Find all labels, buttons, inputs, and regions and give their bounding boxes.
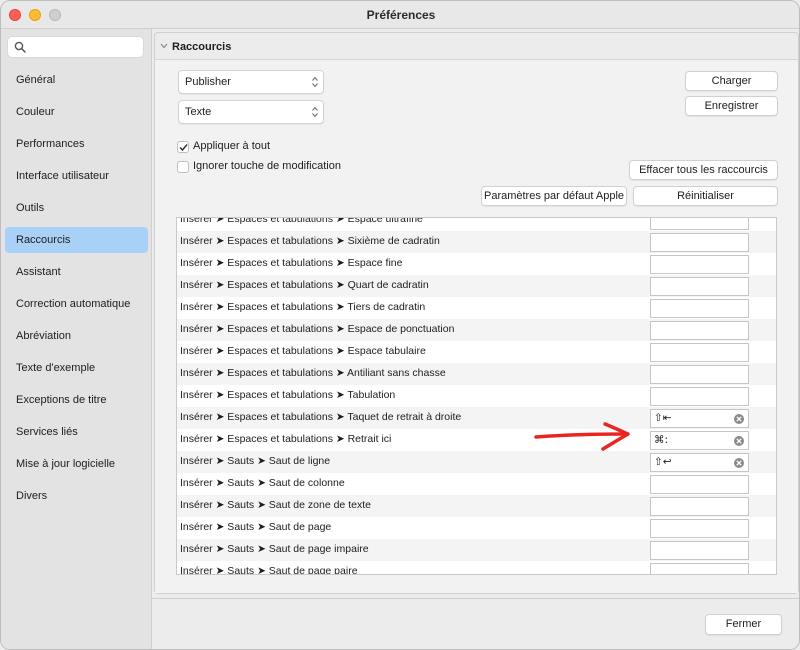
shortcut-keys: ⌘: — [654, 434, 669, 446]
shortcut-field[interactable]: ⌘: — [650, 431, 749, 450]
sidebar-item[interactable]: Général — [5, 67, 148, 93]
load-button[interactable]: Charger — [685, 71, 778, 91]
category-popup[interactable]: Texte — [178, 100, 324, 124]
sidebar-item[interactable]: Abréviation — [5, 323, 148, 349]
app-popup[interactable]: Publisher — [178, 70, 324, 94]
table-row[interactable]: Insérer ➤ Espaces et tabulations ➤ Quart… — [177, 275, 776, 297]
shortcut-keys: ⇧⇤ — [654, 412, 672, 424]
shortcut-field[interactable] — [650, 365, 749, 384]
shortcut-field[interactable] — [650, 387, 749, 406]
clear-shortcut-icon[interactable] — [734, 458, 744, 468]
sidebar-item[interactable]: Interface utilisateur — [5, 163, 148, 189]
clear-shortcut-icon[interactable] — [734, 414, 744, 424]
command-path: Insérer ➤ Espaces et tabulations ➤ Espac… — [180, 345, 426, 357]
sidebar-item[interactable]: Services liés — [5, 419, 148, 445]
command-path: Insérer ➤ Espaces et tabulations ➤ Antil… — [180, 367, 446, 379]
clear-shortcut-icon[interactable] — [734, 436, 744, 446]
sidebar-item[interactable]: Mise à jour logicielle — [5, 451, 148, 477]
sidebar: Général Couleur Performances Interface util… — [1, 29, 152, 649]
table-row[interactable]: Insérer ➤ Espaces et tabulations ➤ Tiers… — [177, 297, 776, 319]
ignore-modifier-label: Ignorer touche de modification — [193, 160, 341, 172]
disclosure-triangle-icon[interactable] — [160, 42, 168, 50]
ignore-modifier-checkbox[interactable] — [177, 161, 189, 173]
table-row[interactable]: Insérer ➤ Sauts ➤ Saut de ligne ⇧↩ — [177, 451, 776, 473]
table-row[interactable]: Insérer ➤ Sauts ➤ Saut de colonne — [177, 473, 776, 495]
command-path: Insérer ➤ Espaces et tabulations ➤ Espac… — [180, 217, 423, 225]
command-path: Insérer ➤ Espaces et tabulations ➤ Sixiè… — [180, 235, 440, 247]
table-row[interactable]: Insérer ➤ Espaces et tabulations ➤ Antil… — [177, 363, 776, 385]
table-row[interactable]: Insérer ➤ Espaces et tabulations ➤ Espac… — [177, 217, 776, 231]
shortcut-field[interactable] — [650, 541, 749, 560]
sidebar-item[interactable]: Divers — [5, 483, 148, 509]
table-row[interactable]: Insérer ➤ Sauts ➤ Saut de page — [177, 517, 776, 539]
shortcut-field[interactable] — [650, 299, 749, 318]
shortcut-field[interactable] — [650, 497, 749, 516]
table-row[interactable]: Insérer ➤ Espaces et tabulations ➤ Tabul… — [177, 385, 776, 407]
command-path: Insérer ➤ Sauts ➤ Saut de page paire — [180, 565, 358, 575]
footer-bar: Fermer — [152, 598, 799, 649]
sidebar-item[interactable]: Performances — [5, 131, 148, 157]
chevron-updown-icon — [312, 106, 318, 118]
close-button[interactable]: Fermer — [705, 614, 782, 635]
shortcut-field[interactable] — [650, 321, 749, 340]
save-button[interactable]: Enregistrer — [685, 96, 778, 116]
category-popup-value: Texte — [185, 106, 212, 118]
title-bar: Préférences — [1, 1, 799, 29]
sidebar-item[interactable]: Texte d'exemple — [5, 355, 148, 381]
command-path: Insérer ➤ Sauts ➤ Saut de page impaire — [180, 543, 369, 555]
shortcut-field[interactable] — [650, 563, 749, 574]
command-path: Insérer ➤ Espaces et tabulations ➤ Tabul… — [180, 389, 396, 401]
command-path: Insérer ➤ Sauts ➤ Saut de page — [180, 521, 332, 533]
sidebar-item[interactable]: Outils — [5, 195, 148, 221]
command-path: Insérer ➤ Sauts ➤ Saut de colonne — [180, 477, 345, 489]
command-path: Insérer ➤ Espaces et tabulations ➤ Tiers… — [180, 301, 426, 313]
shortcut-field[interactable] — [650, 218, 749, 230]
shortcut-field[interactable] — [650, 475, 749, 494]
table-row[interactable]: Insérer ➤ Espaces et tabulations ➤ Retra… — [177, 429, 776, 451]
shortcut-field[interactable] — [650, 519, 749, 538]
table-row[interactable]: Insérer ➤ Espaces et tabulations ➤ Espac… — [177, 253, 776, 275]
command-path: Insérer ➤ Espaces et tabulations ➤ Retra… — [180, 433, 392, 445]
table-row[interactable]: Insérer ➤ Espaces et tabulations ➤ Espac… — [177, 341, 776, 363]
reset-button[interactable]: Réinitialiser — [633, 186, 778, 206]
sidebar-item[interactable]: Assistant — [5, 259, 148, 285]
table-row[interactable]: Insérer ➤ Sauts ➤ Saut de zone de texte — [177, 495, 776, 517]
shortcuts-panel: Raccourcis Publisher Texte Charger Enreg… — [154, 32, 799, 594]
table-row[interactable]: Insérer ➤ Espaces et tabulations ➤ Espac… — [177, 319, 776, 341]
checkmark-icon — [179, 144, 188, 152]
command-path: Insérer ➤ Espaces et tabulations ➤ Espac… — [180, 257, 403, 269]
app-popup-value: Publisher — [185, 76, 231, 88]
window-title: Préférences — [366, 8, 436, 22]
shortcut-keys: ⇧↩ — [654, 456, 672, 468]
clear-all-shortcuts-button[interactable]: Effacer tous les raccourcis — [629, 160, 778, 180]
shortcut-field[interactable]: ⇧⇤ — [650, 409, 749, 428]
sidebar-item[interactable]: Exceptions de titre — [5, 387, 148, 413]
sidebar-item[interactable]: Couleur — [5, 99, 148, 125]
sidebar-item[interactable]: Correction automatique — [5, 291, 148, 317]
table-row[interactable]: Insérer ➤ Espaces et tabulations ➤ Taque… — [177, 407, 776, 429]
sidebar-item[interactable]: Raccourcis — [5, 227, 148, 253]
shortcut-field[interactable] — [650, 277, 749, 296]
preferences-window: Préférences Général Couleur Performances In… — [0, 0, 800, 650]
apply-all-label: Appliquer à tout — [193, 140, 271, 152]
apple-defaults-button[interactable]: Paramètres par défaut Apple — [481, 186, 627, 206]
shortcut-field[interactable]: ⇧↩ — [650, 453, 749, 472]
apply-all-checkbox[interactable] — [177, 141, 189, 153]
chevron-updown-icon — [312, 76, 318, 88]
shortcut-field[interactable] — [650, 233, 749, 252]
shortcut-field[interactable] — [650, 343, 749, 362]
shortcut-field[interactable] — [650, 255, 749, 274]
table-row[interactable]: Insérer ➤ Sauts ➤ Saut de page impaire — [177, 539, 776, 561]
command-path: Insérer ➤ Sauts ➤ Saut de zone de texte — [180, 499, 371, 511]
command-path: Insérer ➤ Sauts ➤ Saut de ligne — [180, 455, 331, 467]
table-row[interactable]: Insérer ➤ Sauts ➤ Saut de page paire — [177, 561, 776, 575]
shortcuts-table[interactable]: Insérer ➤ Espaces et tabulations ➤ Espac… — [176, 217, 777, 575]
search-icon — [14, 41, 26, 53]
table-row[interactable]: Insérer ➤ Espaces et tabulations ➤ Sixiè… — [177, 231, 776, 253]
command-path: Insérer ➤ Espaces et tabulations ➤ Taque… — [180, 411, 462, 423]
section-title: Raccourcis — [172, 41, 232, 53]
command-path: Insérer ➤ Espaces et tabulations ➤ Espac… — [180, 323, 455, 335]
command-path: Insérer ➤ Espaces et tabulations ➤ Quart… — [180, 279, 429, 291]
search-input[interactable] — [7, 36, 144, 58]
